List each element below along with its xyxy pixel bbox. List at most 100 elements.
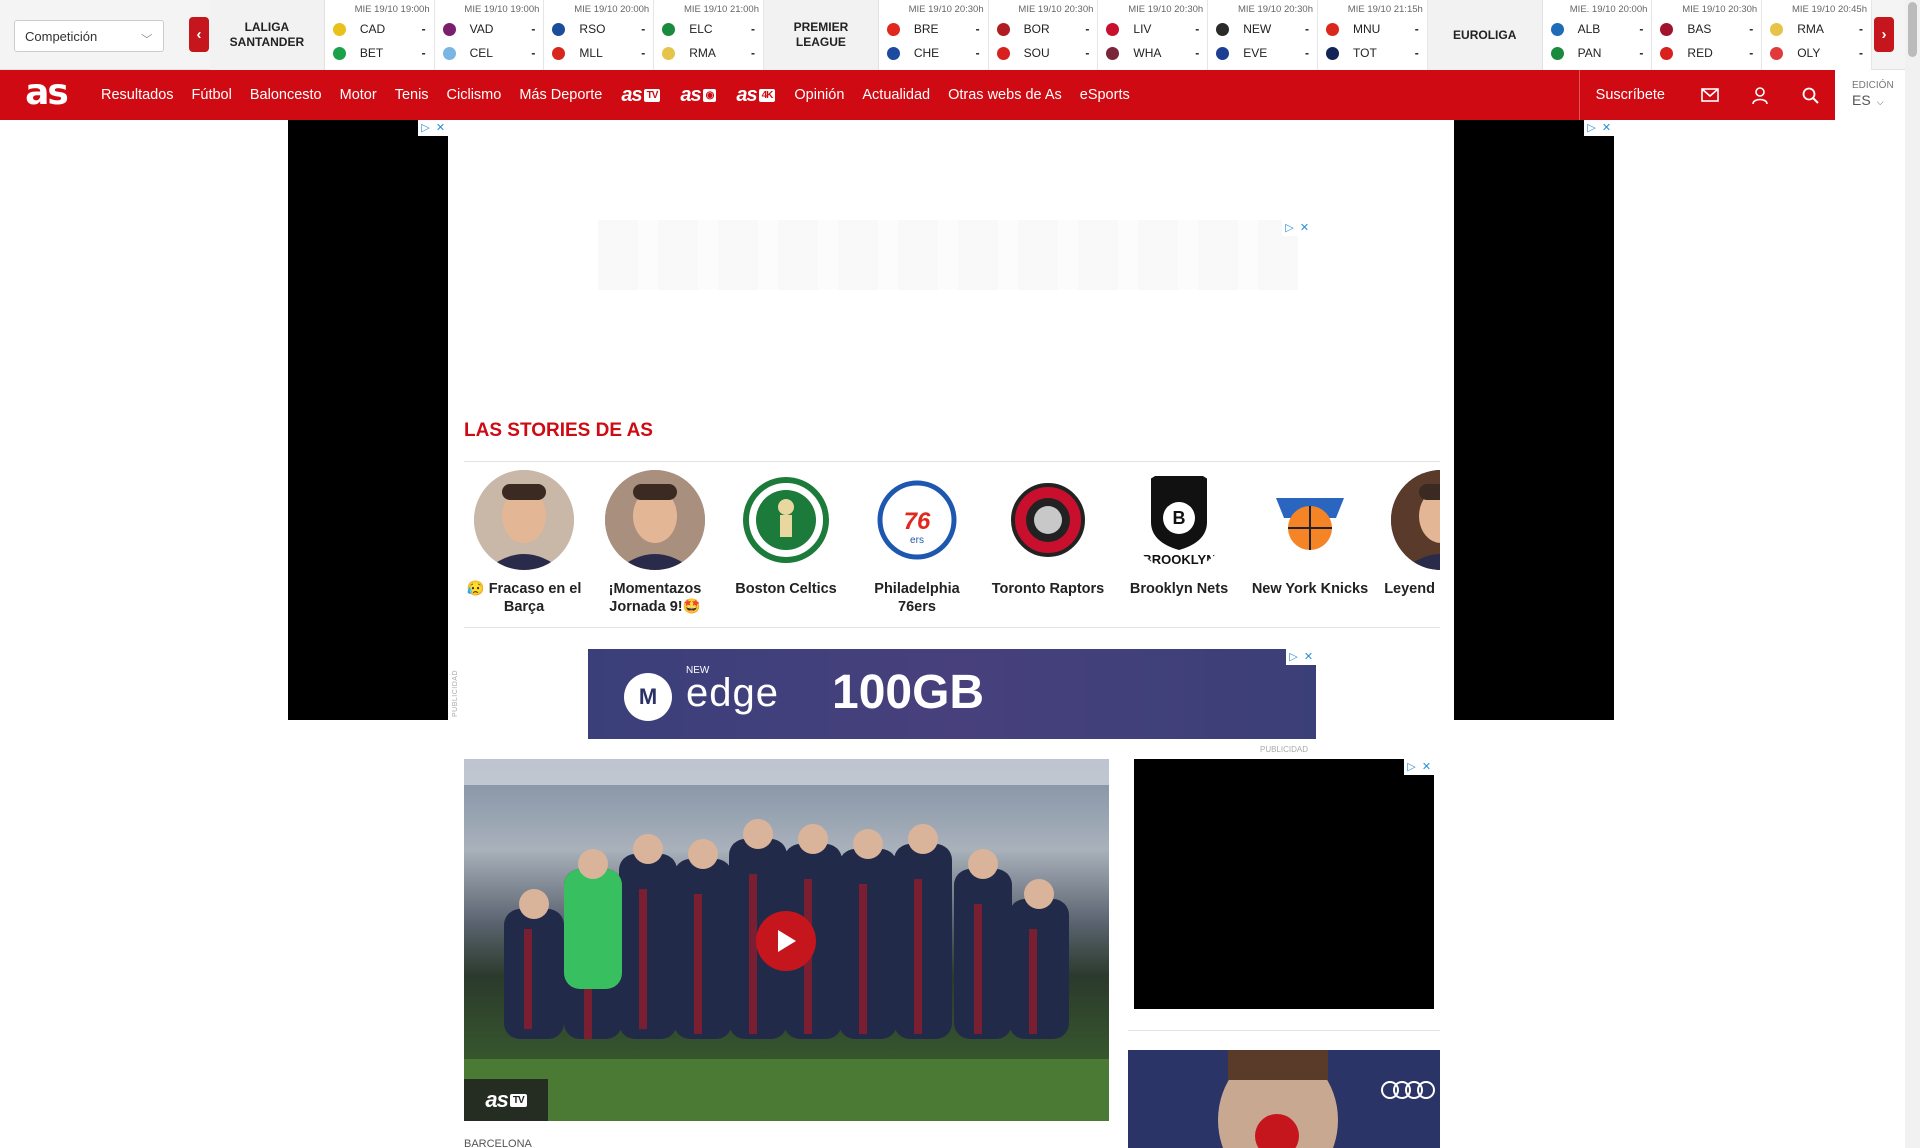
skin-ad-left[interactable]: ▷ ✕ <box>288 120 448 720</box>
person-avatar <box>605 470 705 570</box>
close-icon[interactable]: ✕ <box>1301 649 1316 665</box>
match-card[interactable]: MIE 19/10 21:15h MNU - TOT - <box>1318 0 1428 70</box>
story-item[interactable]: 76 ers Philadelphia 76ers <box>857 470 977 616</box>
team-abbr: CHE <box>913 46 940 60</box>
brand-text: as <box>621 83 642 106</box>
scrollbar-thumb[interactable] <box>1908 2 1917 57</box>
match-card[interactable]: MIE 19/10 20:30h NEW - EVE - <box>1208 0 1318 70</box>
match-card[interactable]: MIE 19/10 20:00h RSO - MLL - <box>544 0 655 70</box>
story-item[interactable]: ¡Momentazos Jornada 9!🤩 <box>595 470 715 616</box>
close-icon[interactable]: ✕ <box>433 120 448 136</box>
scrollbar[interactable] <box>1905 0 1920 1148</box>
divider <box>1128 1030 1440 1031</box>
subscribe-link[interactable]: Suscríbete <box>1580 87 1685 103</box>
match-card[interactable]: MIE 19/10 21:00h ELC - RMA - <box>654 0 764 70</box>
stories-title: LAS STORIES DE AS <box>464 420 653 441</box>
story-item[interactable]: Boston Celtics <box>726 470 846 598</box>
main-video[interactable]: as TV <box>464 759 1109 1121</box>
nav-item[interactable]: Tenis <box>386 87 438 103</box>
story-item[interactable]: 😥 Fracaso en el Barça <box>464 470 584 616</box>
team-abbr: EVE <box>1243 46 1268 60</box>
play-button[interactable] <box>756 911 816 971</box>
adchoices-icon[interactable]: ▷ <box>1286 649 1301 665</box>
team-crest-icon <box>1660 22 1674 36</box>
match-card[interactable]: MIE 19/10 20:30h BOR - SOU - <box>989 0 1099 70</box>
match-card[interactable]: MIE 19/10 20:30h BRE - CHE - <box>879 0 989 70</box>
match-card[interactable]: MIE 19/10 20:30h BAS - RED - <box>1652 0 1763 70</box>
match-time: MIE 19/10 19:00h <box>464 4 540 15</box>
team-crest-icon <box>1770 22 1784 36</box>
story-item[interactable]: New York Knicks <box>1250 470 1370 598</box>
nav-item[interactable]: Opinión <box>785 87 853 103</box>
nav-item[interactable]: Actualidad <box>853 87 939 103</box>
team-score: - <box>751 22 755 36</box>
adchoices-icon[interactable]: ▷ <box>1584 120 1599 136</box>
league-label[interactable]: LALIGA SANTANDER <box>210 0 325 70</box>
team-abbr: ALB <box>1577 22 1601 36</box>
nav-item[interactable]: Fútbol <box>183 87 241 103</box>
story-item[interactable]: Leyend mate a L <box>1381 470 1440 598</box>
ad-choices[interactable]: ▷ ✕ <box>418 120 448 136</box>
newsletter-button[interactable] <box>1685 70 1735 120</box>
article-kicker[interactable]: BARCELONA <box>464 1138 532 1148</box>
close-icon[interactable]: ✕ <box>1419 759 1434 775</box>
home-team: BRE - <box>886 21 980 37</box>
story-label: 😥 Fracaso en el Barça <box>466 581 582 615</box>
team-score: - <box>1195 46 1200 60</box>
nav-brand-link[interactable]: as TV <box>611 84 670 107</box>
league-label[interactable]: PREMIER LEAGUE <box>764 0 879 70</box>
nav-brand-link[interactable]: as 4K <box>726 84 785 107</box>
scores-next-button[interactable]: › <box>1874 17 1894 52</box>
match-card[interactable]: MIE 19/10 19:00h VAD - CEL - <box>435 0 545 70</box>
search-button[interactable] <box>1785 70 1835 120</box>
skin-ad-right[interactable]: ▷ ✕ <box>1454 120 1614 720</box>
nav-item[interactable]: Resultados <box>92 87 183 103</box>
story-item[interactable]: B BROOKLYN Brooklyn Nets <box>1119 470 1239 598</box>
user-icon <box>1752 86 1768 104</box>
team-score: - <box>641 22 646 36</box>
account-button[interactable] <box>1735 70 1785 120</box>
adchoices-icon[interactable]: ▷ <box>1404 759 1419 775</box>
ad-choices[interactable]: ▷ ✕ <box>1282 220 1312 236</box>
edition-selector[interactable]: EDICIÓN ES ⌵ <box>1852 80 1912 108</box>
story-label: Boston Celtics <box>735 581 837 597</box>
nav-item[interactable]: Otras webs de As <box>939 87 1071 103</box>
adchoices-icon[interactable]: ▷ <box>1282 220 1297 236</box>
match-card[interactable]: MIE 19/10 20:45h RMA - OLY - <box>1762 0 1872 70</box>
league-label[interactable]: EUROLIGA <box>1427 0 1543 70</box>
nav-item[interactable]: Baloncesto <box>241 87 331 103</box>
match-time: MIE 19/10 19:00h <box>354 4 430 15</box>
nav-item[interactable]: eSports <box>1071 87 1139 103</box>
adchoices-icon[interactable]: ▷ <box>418 120 433 136</box>
as-logo[interactable]: as <box>0 70 92 120</box>
away-team: CHE - <box>886 45 980 61</box>
team-score: - <box>1085 22 1090 36</box>
away-team: RED - <box>1660 45 1753 61</box>
nav-brand-link[interactable]: as ◉ <box>670 84 726 107</box>
main-nav: as Resultados Fútbol Baloncesto Motor Tenis C… <box>0 70 1835 120</box>
competition-select[interactable]: Competición ⌵ <box>14 20 164 52</box>
nets-logo: B BROOKLYN <box>1129 470 1229 570</box>
nav-item[interactable]: Motor <box>331 87 386 103</box>
ad-choices[interactable]: ▷ ✕ <box>1286 649 1316 665</box>
nav-item[interactable]: Más Deporte <box>510 87 611 103</box>
ad-choices[interactable]: ▷ ✕ <box>1404 759 1434 775</box>
side-video[interactable] <box>1128 1050 1440 1148</box>
story-item[interactable]: Toronto Raptors <box>988 470 1108 598</box>
story-label: Brooklyn Nets <box>1129 581 1229 597</box>
team-abbr: SOU <box>1023 46 1050 60</box>
ad-choices[interactable]: ▷ ✕ <box>1584 120 1614 136</box>
close-icon[interactable]: ✕ <box>1599 120 1614 136</box>
match-card[interactable]: MIE 19/10 19:00h CAD - BET - <box>325 0 435 70</box>
nav-items: Resultados Fútbol Baloncesto Motor Tenis Cicl… <box>92 70 1139 120</box>
home-team: MNU - <box>1326 21 1419 37</box>
motorola-edge-banner-ad[interactable]: M NEW edge 100GB ▷ ✕ <box>588 649 1316 739</box>
close-icon[interactable]: ✕ <box>1297 220 1312 236</box>
home-team: VAD - <box>442 21 535 37</box>
nav-item[interactable]: Ciclismo <box>438 87 511 103</box>
scores-prev-button[interactable]: ‹ <box>189 17 209 52</box>
brand-text: as <box>680 83 701 106</box>
match-card[interactable]: MIE. 19/10 20:00h ALB - PAN - <box>1543 0 1653 70</box>
match-card[interactable]: MIE 19/10 20:30h LIV - WHA - <box>1098 0 1209 70</box>
mpu-ad[interactable]: ▷ ✕ <box>1134 759 1434 1009</box>
